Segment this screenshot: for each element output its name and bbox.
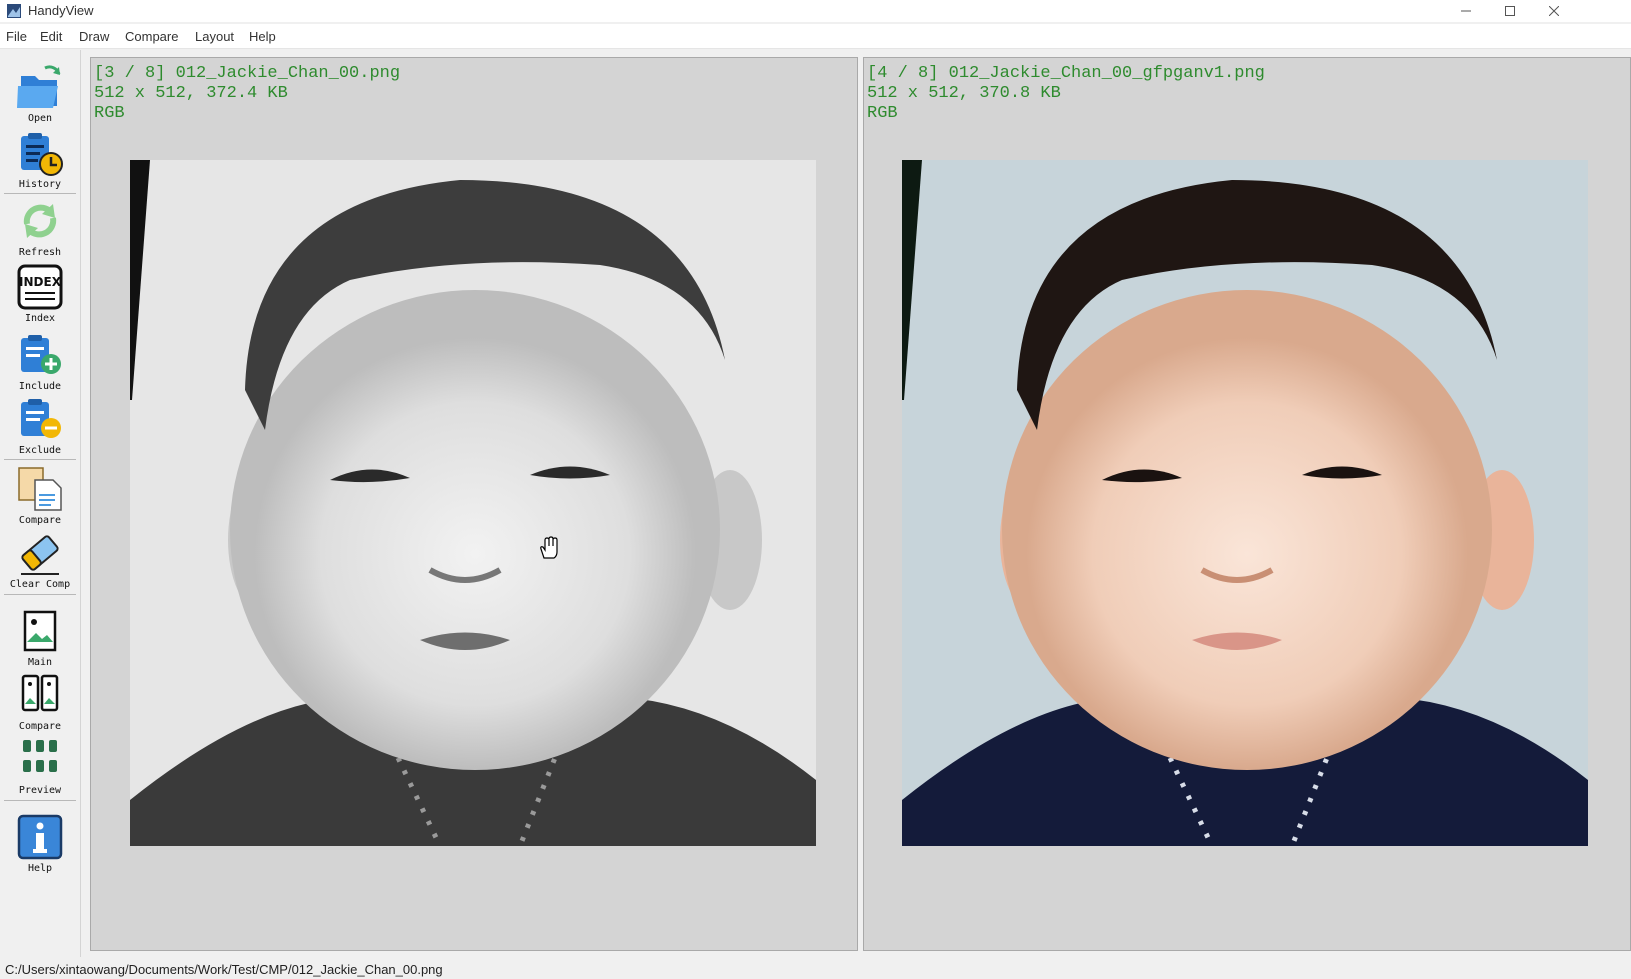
- main-view-button[interactable]: Main: [2, 606, 78, 668]
- status-file-path: C:/Users/xintaowang/Documents/Work/Test/…: [5, 962, 443, 977]
- compare-button[interactable]: Compare: [2, 464, 78, 526]
- history-label: History: [18, 179, 62, 190]
- folder-open-icon: [17, 65, 61, 108]
- include-label: Include: [18, 381, 62, 392]
- compare-label: Compare: [18, 515, 62, 526]
- refresh-label: Refresh: [18, 247, 62, 258]
- left-image-panel[interactable]: [3 / 8] 012_Jackie_Chan_00.png 512 x 512…: [90, 57, 858, 951]
- main-label: Main: [27, 657, 53, 668]
- clear-comp-label: Clear Comp: [9, 579, 71, 590]
- menu-draw[interactable]: Draw: [79, 29, 109, 44]
- status-bar: C:/Users/xintaowang/Documents/Work/Test/…: [0, 959, 1631, 979]
- help-button[interactable]: Help: [2, 812, 78, 874]
- right-image-info: [4 / 8] 012_Jackie_Chan_00_gfpganv1.png …: [867, 64, 1265, 124]
- right-filename: [4 / 8] 012_Jackie_Chan_00_gfpganv1.png: [867, 64, 1265, 83]
- right-image-panel[interactable]: [4 / 8] 012_Jackie_Chan_00_gfpganv1.png …: [863, 57, 1631, 951]
- compare-files-icon: [18, 467, 62, 511]
- right-dimensions: 512 x 512, 370.8 KB: [867, 84, 1061, 103]
- open-button[interactable]: Open: [2, 62, 78, 124]
- menu-help[interactable]: Help: [249, 29, 276, 44]
- left-filename: [3 / 8] 012_Jackie_Chan_00.png: [94, 64, 401, 83]
- clear-comp-button[interactable]: Clear Comp: [2, 528, 78, 590]
- left-image[interactable]: [130, 160, 816, 846]
- left-image-info: [3 / 8] 012_Jackie_Chan_00.png 512 x 512…: [94, 64, 400, 124]
- clipboard-history-icon: [21, 133, 63, 176]
- toolbar: Open History Refresh INDEX Index Include…: [0, 50, 81, 957]
- title-bar: HandyView: [0, 0, 1631, 23]
- index-button[interactable]: INDEX Index: [2, 262, 78, 324]
- left-color-mode: RGB: [94, 104, 125, 123]
- eraser-icon: [21, 535, 59, 575]
- index-label: Index: [24, 313, 56, 324]
- right-color-mode: RGB: [867, 104, 898, 123]
- refresh-button[interactable]: Refresh: [2, 196, 78, 258]
- maximize-icon: [1505, 6, 1515, 16]
- toolbar-separator: [4, 459, 76, 460]
- exclude-label: Exclude: [18, 445, 62, 456]
- app-logo-icon: [7, 4, 21, 18]
- preview-button[interactable]: Preview: [2, 734, 78, 796]
- compare-view-button[interactable]: Compare: [2, 670, 78, 732]
- toolbar-separator: [4, 800, 76, 801]
- menu-layout[interactable]: Layout: [195, 29, 234, 44]
- image-view-icon: [23, 610, 57, 652]
- close-icon: [1549, 6, 1559, 16]
- preview-label: Preview: [18, 785, 62, 796]
- menu-compare[interactable]: Compare: [125, 29, 178, 44]
- clipboard-add-icon: [21, 335, 61, 374]
- help-label: Help: [27, 863, 53, 874]
- close-button[interactable]: [1532, 0, 1576, 22]
- grid-preview-icon: [23, 740, 57, 772]
- hand-cursor-icon: [540, 536, 558, 559]
- history-button[interactable]: History: [2, 128, 78, 190]
- toolbar-separator: [4, 193, 76, 194]
- maximize-button[interactable]: [1488, 0, 1532, 22]
- right-image[interactable]: [902, 160, 1588, 846]
- clipboard-remove-icon: [21, 399, 61, 438]
- menu-file[interactable]: File: [6, 29, 27, 44]
- index-icon-text: INDEX: [19, 275, 62, 289]
- index-icon: INDEX: [17, 264, 63, 310]
- side-by-side-icon: [21, 674, 59, 712]
- exclude-button[interactable]: Exclude: [2, 394, 78, 456]
- refresh-icon: [23, 204, 57, 238]
- toolbar-separator: [4, 594, 76, 595]
- menu-edit[interactable]: Edit: [40, 29, 62, 44]
- left-dimensions: 512 x 512, 372.4 KB: [94, 84, 288, 103]
- open-label: Open: [27, 113, 53, 124]
- compare-view-label: Compare: [18, 721, 62, 732]
- minimize-button[interactable]: [1444, 0, 1488, 22]
- include-button[interactable]: Include: [2, 330, 78, 392]
- info-icon: [17, 814, 63, 860]
- minimize-icon: [1461, 10, 1471, 12]
- menu-bar: File Edit Draw Compare Layout Help: [0, 24, 1631, 49]
- window-title: HandyView: [28, 3, 94, 18]
